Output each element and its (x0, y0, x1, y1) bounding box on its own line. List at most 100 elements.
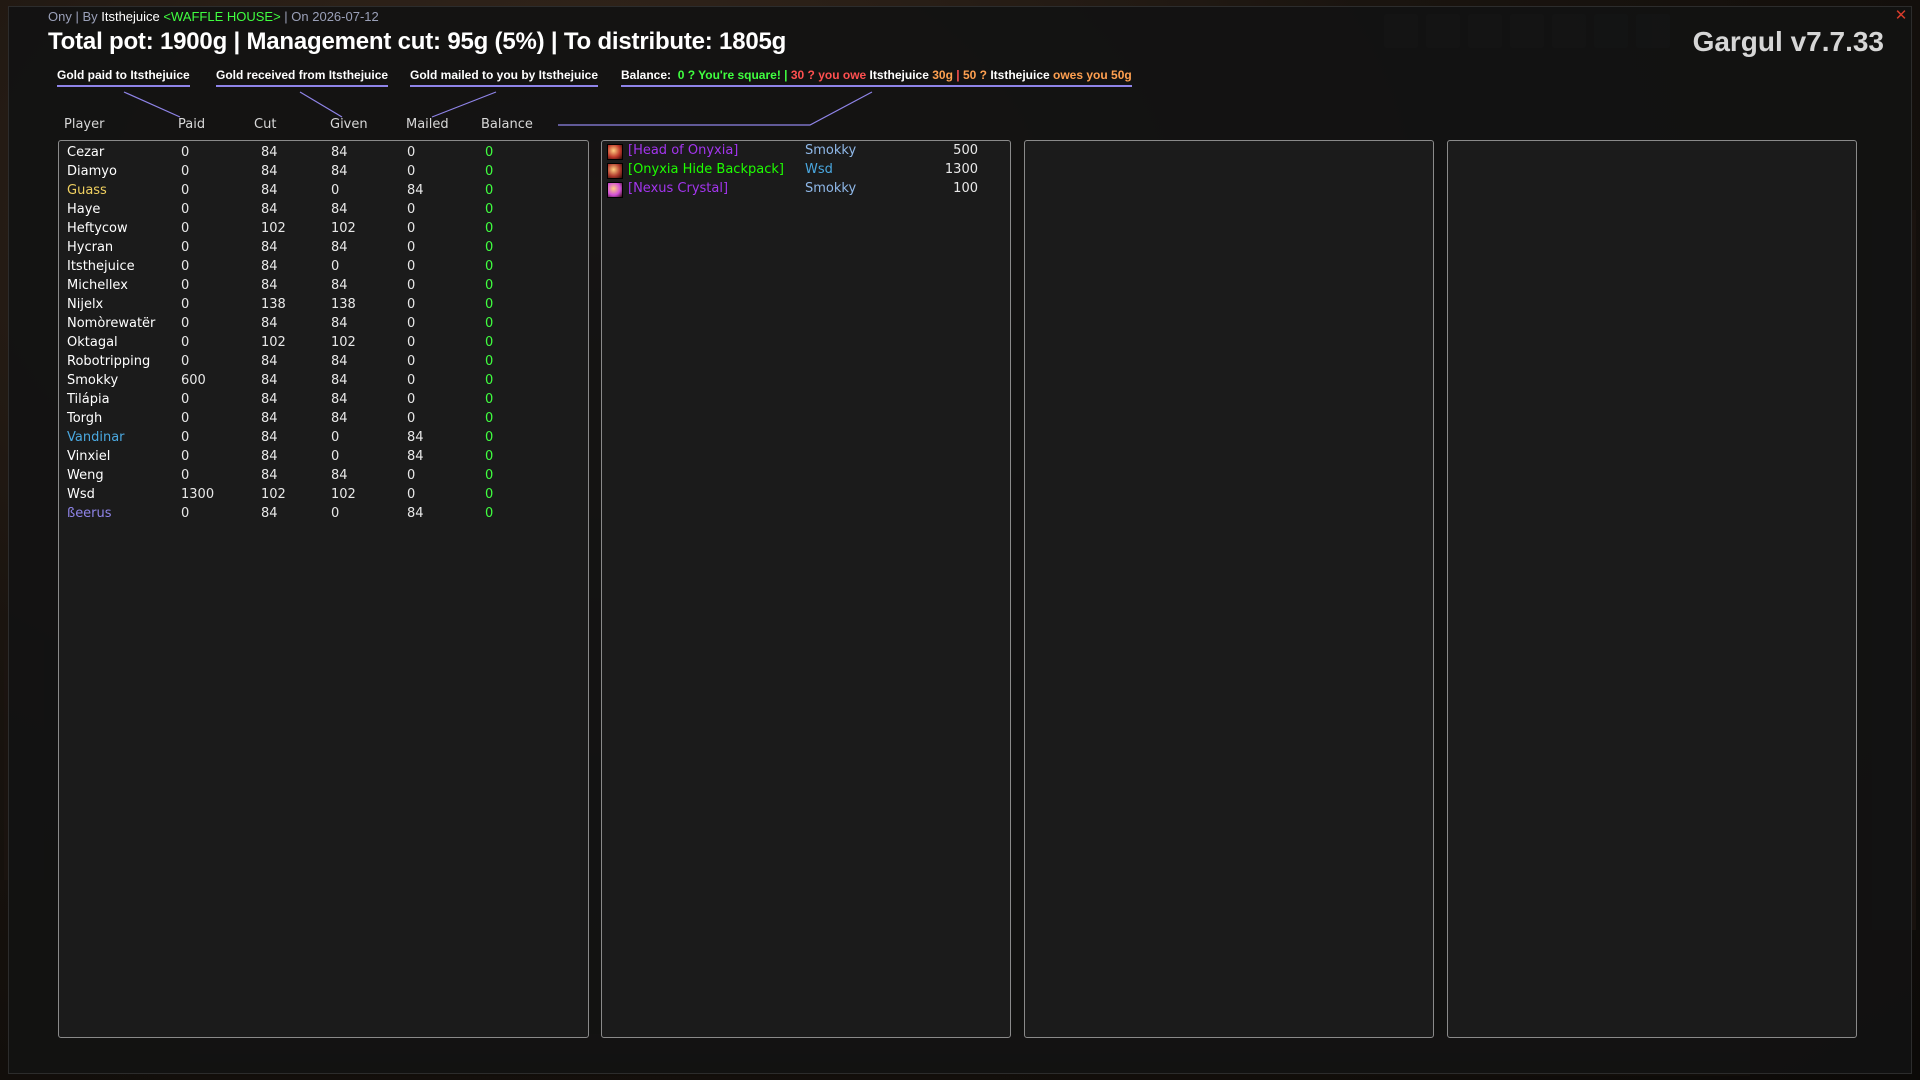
legend-paid: Gold paid to Itsthejuice (57, 68, 190, 87)
player-row[interactable]: Torgh 0 84 84 0 0 (59, 411, 588, 430)
addon-version-title: Gargul v7.7.33 (1692, 26, 1884, 57)
item-row[interactable]: [Onyxia Hide Backpack] Wsd 1300 (602, 162, 1010, 181)
player-row[interactable]: Michellex 0 84 84 0 0 (59, 278, 588, 297)
player-mailed: 0 (407, 145, 416, 160)
player-cut: 84 (261, 449, 278, 464)
col-mailed-header[interactable]: Mailed (406, 117, 449, 132)
player-row[interactable]: Itsthejuice 0 84 0 0 0 (59, 259, 588, 278)
player-row[interactable]: Nomòrewatër 0 84 84 0 0 (59, 316, 588, 335)
player-name: Heftycow (67, 221, 128, 236)
player-paid: 0 (181, 145, 190, 160)
player-balance: 0 (485, 221, 494, 236)
player-row[interactable]: Smokky 600 84 84 0 0 (59, 373, 588, 392)
legend-owe-prefix: 30 ? you owe (790, 68, 870, 82)
player-row[interactable]: Oktagal 0 102 102 0 0 (59, 335, 588, 354)
player-name: Torgh (67, 411, 103, 426)
player-name: Tilápia (67, 392, 110, 407)
player-given: 0 (331, 449, 340, 464)
player-given: 0 (331, 430, 340, 445)
player-name: Nomòrewatër (67, 316, 156, 331)
player-mailed: 84 (407, 183, 424, 198)
legend-owes-prefix: 50 ? (962, 68, 991, 82)
player-row[interactable]: Tilápia 0 84 84 0 0 (59, 392, 588, 411)
player-given: 84 (331, 411, 348, 426)
player-mailed: 0 (407, 487, 416, 502)
player-balance: 0 (485, 430, 494, 445)
player-mailed: 84 (407, 430, 424, 445)
player-balance: 0 (485, 411, 494, 426)
item-winner: Wsd (805, 162, 833, 177)
player-row[interactable]: Robotripping 0 84 84 0 0 (59, 354, 588, 373)
col-balance-header[interactable]: Balance (481, 117, 533, 132)
player-name: Wsd (67, 487, 95, 502)
legend-square: 0 ? You're square! (677, 68, 781, 82)
empty-panel-3 (1024, 140, 1434, 1038)
player-row[interactable]: Heftycow 0 102 102 0 0 (59, 221, 588, 240)
player-row[interactable]: Nijelx 0 138 138 0 0 (59, 297, 588, 316)
player-given: 102 (331, 335, 356, 350)
player-balance: 0 (485, 468, 494, 483)
empty-panel-4 (1447, 140, 1857, 1038)
onyxia-head-icon[interactable] (607, 144, 623, 160)
player-row[interactable]: Vinxiel 0 84 0 84 0 (59, 449, 588, 468)
player-row[interactable]: Diamyo 0 84 84 0 0 (59, 164, 588, 183)
player-given: 102 (331, 487, 356, 502)
player-mailed: 0 (407, 316, 416, 331)
legend-received: Gold received from Itsthejuice (216, 68, 389, 87)
player-row[interactable]: Wsd 1300 102 102 0 0 (59, 487, 588, 506)
item-name[interactable]: [Onyxia Hide Backpack] (628, 162, 784, 177)
player-paid: 0 (181, 449, 190, 464)
player-row[interactable]: Vandinar 0 84 0 84 0 (59, 430, 588, 449)
crystal-icon[interactable] (607, 182, 623, 198)
player-balance: 0 (485, 449, 494, 464)
col-player-header[interactable]: Player (64, 117, 104, 132)
player-given: 138 (331, 297, 356, 312)
player-given: 84 (331, 354, 348, 369)
player-name: Oktagal (67, 335, 118, 350)
col-given-header[interactable]: Given (330, 117, 368, 132)
player-given: 84 (331, 240, 348, 255)
player-cut: 84 (261, 240, 278, 255)
player-row[interactable]: Haye 0 84 84 0 0 (59, 202, 588, 221)
player-row[interactable]: Weng 0 84 84 0 0 (59, 468, 588, 487)
player-name: Vinxiel (67, 449, 111, 464)
player-mailed: 0 (407, 297, 416, 312)
player-mailed: 0 (407, 373, 416, 388)
player-mailed: 0 (407, 240, 416, 255)
items-list: [Head of Onyxia] Smokky 500 [Onyxia Hide Ba… (601, 140, 1011, 1038)
close-button[interactable]: ✕ (1893, 7, 1909, 23)
player-cut: 84 (261, 392, 278, 407)
player-name: Weng (67, 468, 104, 483)
player-balance: 0 (485, 335, 494, 350)
player-cut: 84 (261, 145, 278, 160)
player-name: Smokky (67, 373, 119, 388)
player-given: 0 (331, 259, 340, 274)
player-name: Itsthejuice (67, 259, 135, 274)
player-paid: 0 (181, 164, 190, 179)
player-row[interactable]: Hycran 0 84 84 0 0 (59, 240, 588, 259)
item-price: 500 (953, 143, 978, 158)
backpack-icon[interactable] (607, 163, 623, 179)
legend-separator-2: | (956, 68, 960, 82)
player-paid: 0 (181, 221, 190, 236)
player-mailed: 0 (407, 164, 416, 179)
item-name[interactable]: [Nexus Crystal] (628, 181, 728, 196)
player-given: 0 (331, 506, 340, 521)
player-paid: 1300 (181, 487, 215, 502)
col-paid-header[interactable]: Paid (178, 117, 205, 132)
player-given: 0 (331, 183, 340, 198)
item-row[interactable]: [Head of Onyxia] Smokky 500 (602, 143, 1010, 162)
item-row[interactable]: [Nexus Crystal] Smokky 100 (602, 181, 1010, 200)
player-paid: 0 (181, 335, 190, 350)
player-row[interactable]: ßeerus 0 84 0 84 0 (59, 506, 588, 525)
player-cut: 84 (261, 430, 278, 445)
player-row[interactable]: Cezar 0 84 84 0 0 (59, 145, 588, 164)
player-cut: 84 (261, 164, 278, 179)
raid-date: | On 2026-07-12 (280, 9, 379, 24)
col-cut-header[interactable]: Cut (254, 117, 276, 132)
player-paid: 0 (181, 259, 190, 274)
player-row[interactable]: Guass 0 84 0 84 0 (59, 183, 588, 202)
player-balance: 0 (485, 316, 494, 331)
player-name: Michellex (67, 278, 128, 293)
item-name[interactable]: [Head of Onyxia] (628, 143, 738, 158)
